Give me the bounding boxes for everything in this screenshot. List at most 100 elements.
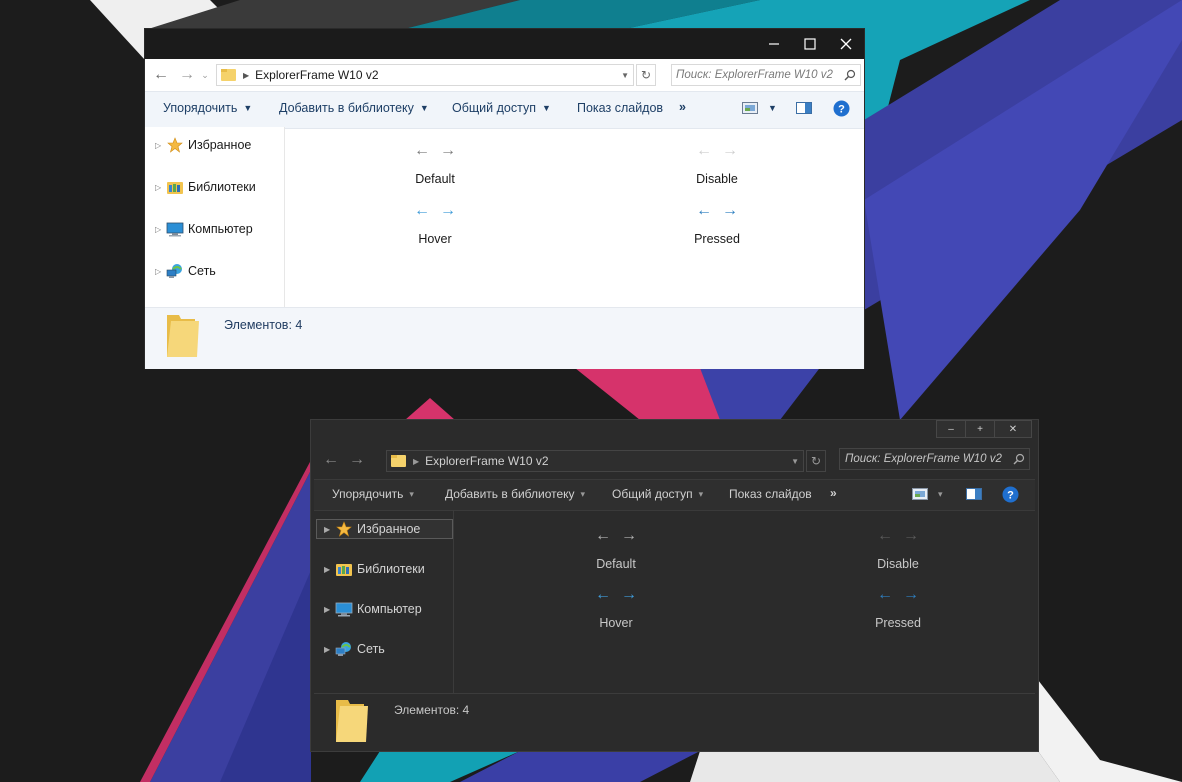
refresh-button[interactable]: ↻ — [806, 450, 826, 472]
expand-icon: ▷ — [155, 224, 162, 234]
file-content-area: ← → Default ← → Hover ← → Disable ← → Presse… — [454, 510, 1035, 693]
preview-pane-button[interactable] — [966, 488, 982, 500]
add-to-library-menu[interactable]: Добавить в библиотеку ▾ — [445, 487, 585, 501]
address-bar[interactable]: ▶ ExplorerFrame W10 v2 ▼ — [386, 450, 804, 472]
sidebar-item-label: Избранное — [357, 522, 421, 536]
search-input[interactable]: Поиск: ExplorerFrame W10 v2 — [839, 448, 1030, 470]
preview-pane-button[interactable] — [796, 102, 812, 114]
address-bar[interactable]: ▶ ExplorerFrame W10 v2 ▼ — [216, 64, 634, 86]
details-pane: Элементов: 4 — [314, 693, 1035, 749]
slideshow-label: Показ слайдов — [729, 487, 812, 501]
more-commands-button[interactable]: » — [679, 100, 686, 114]
state-label-hover: Hover — [599, 616, 633, 630]
minimize-button[interactable]: – — [936, 420, 966, 438]
slideshow-label: Показ слайдов — [577, 101, 664, 115]
breadcrumb-chevron-icon: ▶ — [413, 456, 420, 466]
library-icon — [335, 561, 353, 577]
help-button[interactable]: ? — [1002, 486, 1019, 503]
sidebar-item-favorites[interactable]: ▶ Избранное — [324, 519, 420, 539]
organize-label: Упорядочить — [332, 487, 404, 501]
close-icon — [840, 38, 852, 50]
maximize-icon — [804, 38, 816, 50]
address-dropdown-icon[interactable]: ▼ — [621, 71, 629, 80]
close-button[interactable] — [828, 29, 864, 59]
slideshow-button[interactable]: Показ слайдов — [729, 487, 812, 501]
folder-icon — [336, 700, 368, 742]
sidebar-item-libraries[interactable]: ▷ Библиотеки — [155, 177, 256, 197]
state-label-disable: Disable — [696, 172, 738, 186]
arrow-left-icon: ← — [414, 142, 430, 159]
arrows-hover: ← → — [405, 201, 465, 221]
arrow-right-icon: → — [903, 527, 919, 544]
view-options-button[interactable]: ▾ — [912, 488, 943, 500]
organize-menu[interactable]: Упорядочить ▼ — [163, 101, 252, 115]
close-icon: ✕ — [1008, 423, 1018, 435]
sidebar-item-libraries[interactable]: ▶ Библиотеки — [324, 559, 425, 579]
address-dropdown-icon[interactable]: ▼ — [791, 457, 799, 466]
address-text: ExplorerFrame W10 v2 — [255, 68, 379, 82]
arrows-default: ← → — [586, 526, 646, 546]
caret-down-icon: ▼ — [541, 103, 551, 113]
details-pane: Элементов: 4 — [145, 307, 864, 369]
help-icon: ? — [1002, 486, 1019, 503]
state-label-disable: Disable — [877, 557, 919, 571]
expand-icon: ▶ — [324, 604, 331, 614]
sidebar-item-label: Компьютер — [357, 602, 422, 616]
back-button[interactable]: ← — [321, 450, 341, 470]
caret-down-icon: ▾ — [938, 488, 943, 499]
folder-icon — [221, 69, 236, 81]
arrows-default: ← → — [405, 141, 465, 161]
refresh-icon: ↻ — [810, 454, 822, 468]
view-options-button[interactable]: ▼ — [742, 102, 777, 114]
search-icon — [1013, 453, 1025, 465]
organize-menu[interactable]: Упорядочить ▾ — [332, 487, 414, 501]
maximize-button[interactable] — [792, 29, 828, 59]
star-icon — [166, 137, 184, 153]
arrow-right-icon: → — [349, 451, 365, 468]
expand-icon: ▶ — [324, 524, 331, 534]
arrows-disabled: ← → — [868, 526, 928, 546]
more-label: » — [679, 100, 686, 114]
arrow-left-icon: ← — [696, 142, 712, 159]
arrow-right-icon: → — [722, 202, 738, 219]
maximize-button[interactable]: + — [965, 420, 995, 438]
arrow-left-icon: ← — [696, 202, 712, 219]
more-commands-button[interactable]: » — [830, 486, 837, 500]
sidebar-item-computer[interactable]: ▷ Компьютер — [155, 219, 253, 239]
sidebar-item-computer[interactable]: ▶ Компьютер — [324, 599, 422, 619]
share-menu[interactable]: Общий доступ ▼ — [452, 101, 551, 115]
minimize-button[interactable] — [756, 29, 792, 59]
computer-icon — [166, 221, 184, 237]
navigation-pane: ▶ Избранное ▶ Библиотеки ▶ Компьютер ▶ С… — [314, 510, 454, 693]
caret-down-icon: ▾ — [580, 488, 586, 499]
slideshow-button[interactable]: Показ слайдов — [577, 101, 663, 115]
add-to-library-menu[interactable]: Добавить в библиотеку ▼ — [279, 101, 429, 115]
chevron-down-icon: ⌄ — [201, 70, 209, 80]
caret-down-icon: ▼ — [243, 103, 253, 113]
arrow-left-icon: ← — [595, 527, 611, 544]
sidebar-item-network[interactable]: ▶ Сеть — [324, 639, 385, 659]
back-button[interactable]: ← — [151, 65, 171, 85]
arrow-right-icon: → — [179, 66, 195, 83]
sidebar-item-label: Библиотеки — [188, 180, 256, 194]
help-button[interactable]: ? — [833, 100, 850, 117]
preview-pane-icon — [966, 488, 982, 500]
recent-locations-button[interactable]: ⌄ — [199, 65, 211, 85]
view-icon — [742, 102, 758, 114]
share-menu[interactable]: Общий доступ ▾ — [612, 487, 703, 501]
navigation-pane: ▷ Избранное ▷ Библиотеки ▷ Компьютер ▷ С… — [145, 127, 285, 307]
caret-down-icon: ▾ — [698, 488, 704, 499]
forward-button[interactable]: → — [347, 450, 367, 470]
arrow-left-icon: ← — [877, 586, 893, 603]
breadcrumb-chevron-icon: ▶ — [243, 70, 250, 80]
expand-icon: ▶ — [324, 644, 331, 654]
forward-button[interactable]: → — [177, 65, 197, 85]
refresh-button[interactable]: ↻ — [636, 64, 656, 86]
close-button[interactable]: ✕ — [994, 420, 1032, 438]
state-label-default: Default — [415, 172, 455, 186]
search-input[interactable]: Поиск: ExplorerFrame W10 v2 — [671, 64, 861, 86]
sidebar-item-label: Компьютер — [188, 222, 253, 236]
share-label: Общий доступ — [612, 487, 693, 501]
sidebar-item-network[interactable]: ▷ Сеть — [155, 261, 216, 281]
sidebar-item-favorites[interactable]: ▷ Избранное — [155, 135, 251, 155]
